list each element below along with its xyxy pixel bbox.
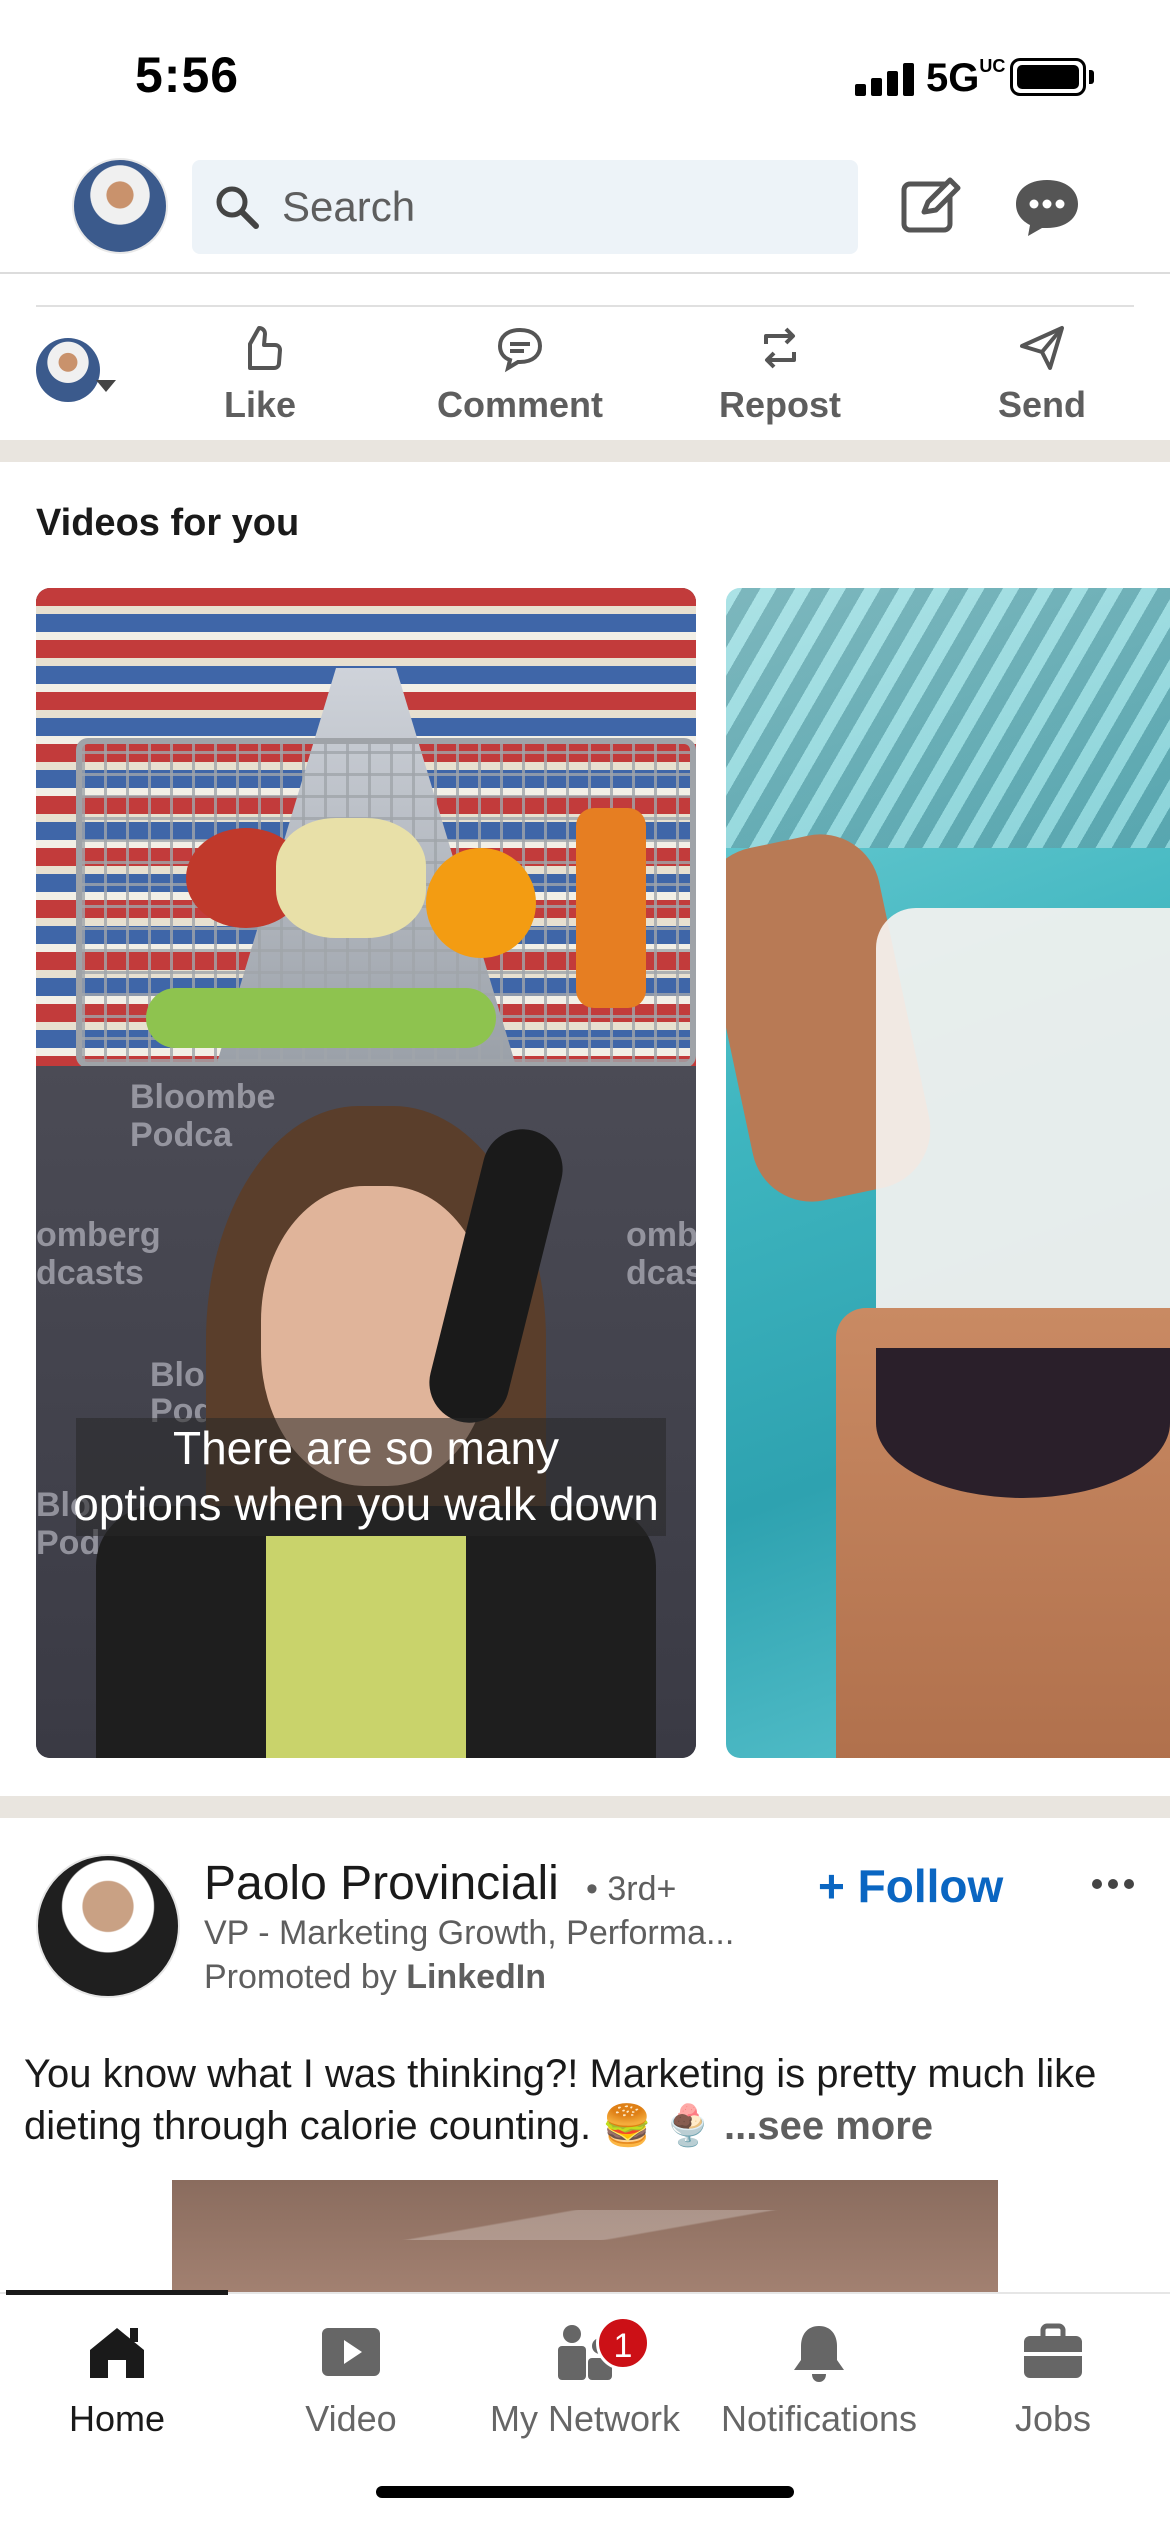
connection-degree: • 3rd+ xyxy=(586,1870,677,1908)
author-avatar[interactable] xyxy=(36,1854,180,1998)
briefcase-icon xyxy=(1024,2323,1082,2378)
send-button[interactable]: Send xyxy=(942,322,1142,432)
nav-my-network[interactable]: 1 My Network xyxy=(468,2308,702,2458)
bell-icon xyxy=(794,2326,844,2382)
section-separator xyxy=(0,440,1170,462)
top-bar xyxy=(0,150,1170,274)
like-label: Like xyxy=(223,384,297,425)
post-image[interactable] xyxy=(172,2180,998,2300)
search-icon xyxy=(216,186,259,229)
studio-backdrop-text: omberg xyxy=(36,1216,161,1254)
studio-backdrop-text: dcasts xyxy=(626,1254,696,1292)
follow-button[interactable]: + Follow xyxy=(818,1858,1003,1914)
profile-avatar[interactable] xyxy=(72,158,168,254)
more-options-icon[interactable] xyxy=(1090,1874,1136,1894)
video-icon xyxy=(322,2328,380,2376)
search-input[interactable] xyxy=(282,160,822,254)
studio-backdrop-text: Bloombe xyxy=(130,1078,276,1116)
send-label: Send xyxy=(997,384,1086,425)
social-action-bar: Like Comment Repost Send xyxy=(0,310,1170,440)
nav-label: Video xyxy=(305,2398,397,2439)
repost-button[interactable]: Repost xyxy=(680,322,880,432)
active-tab-indicator xyxy=(6,2290,228,2295)
caption-line: There are so many xyxy=(172,1422,560,1474)
repost-label: Repost xyxy=(718,384,841,425)
search-box[interactable] xyxy=(192,160,858,254)
author-headline: VP - Marketing Growth, Performa... xyxy=(204,1914,735,1952)
comment-label: Comment xyxy=(436,384,603,425)
videos-section-title: Videos for you xyxy=(36,502,300,544)
promoted-label: Promoted by LinkedIn xyxy=(204,1958,547,1996)
network-suffix: UC xyxy=(979,56,1006,76)
status-bar: 5:56 5GUC xyxy=(0,0,1170,140)
like-button[interactable]: Like xyxy=(160,322,360,432)
comment-icon xyxy=(497,327,543,373)
author-name[interactable]: Paolo Provinciali xyxy=(204,1856,559,1911)
video-caption: There are so many options when you walk … xyxy=(56,1420,676,1532)
nav-jobs[interactable]: Jobs xyxy=(936,2308,1170,2458)
nav-label: Jobs xyxy=(1014,2398,1092,2439)
home-icon xyxy=(90,2328,144,2378)
home-indicator xyxy=(376,2486,794,2498)
post-text: You know what I was thinking?! Marketing… xyxy=(24,2048,1144,2152)
nav-notifications[interactable]: Notifications xyxy=(702,2308,936,2458)
nav-video[interactable]: Video xyxy=(234,2308,468,2458)
studio-backdrop-text: ombe xyxy=(626,1216,696,1254)
promoted-by: LinkedIn xyxy=(406,1958,547,1996)
chevron-down-icon[interactable] xyxy=(96,380,116,392)
network-indicator: 5GUC xyxy=(926,56,1006,100)
status-time: 5:56 xyxy=(135,47,240,103)
repost-icon xyxy=(764,327,796,369)
see-more-link[interactable]: ...see more xyxy=(724,2104,933,2148)
actor-avatar[interactable] xyxy=(36,338,100,402)
comment-button[interactable]: Comment xyxy=(420,322,620,432)
nav-label: Notifications xyxy=(720,2398,918,2439)
video-card[interactable]: Bloombe Podca omberg dcasts Bloom Podc B… xyxy=(36,588,696,1758)
nav-label: My Network xyxy=(489,2398,681,2439)
divider xyxy=(36,305,1134,307)
send-icon xyxy=(1020,326,1064,370)
compose-icon[interactable] xyxy=(898,172,964,238)
nav-home[interactable]: Home xyxy=(0,2308,234,2458)
studio-backdrop-text: dcasts xyxy=(36,1254,144,1292)
nav-label: Home xyxy=(68,2398,166,2439)
video-thumbnail-bottom: Bloombe Podca omberg dcasts Bloom Podc B… xyxy=(36,1066,696,1758)
video-card[interactable] xyxy=(726,588,1170,1758)
caption-line: options when you walk down xyxy=(73,1478,659,1530)
studio-backdrop-text: Podca xyxy=(130,1116,233,1154)
signal-icon xyxy=(855,62,915,96)
messaging-icon[interactable] xyxy=(1012,176,1082,238)
like-icon xyxy=(248,326,282,370)
battery-icon xyxy=(1010,58,1086,96)
post-body: You know what I was thinking?! Marketing… xyxy=(24,2052,1097,2148)
notification-badge: 1 xyxy=(596,2316,650,2370)
section-separator xyxy=(0,1796,1170,1818)
